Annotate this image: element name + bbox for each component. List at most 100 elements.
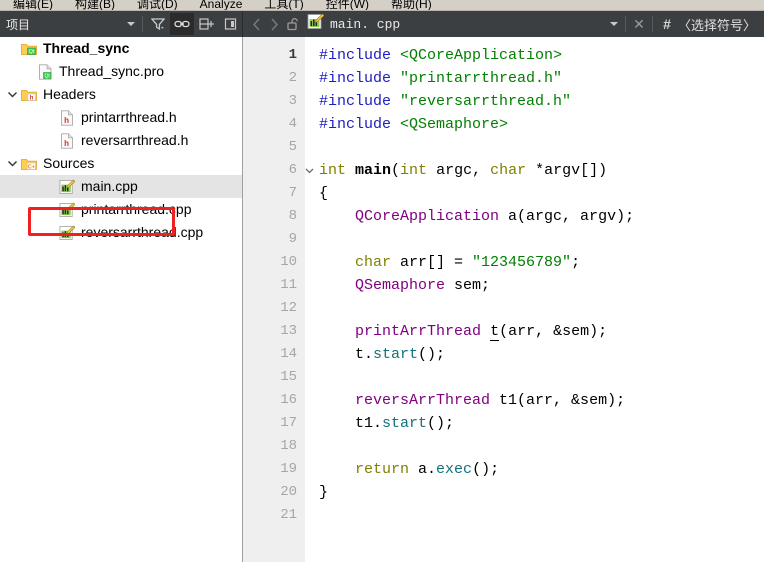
code-line[interactable]: t1.start();	[319, 412, 764, 435]
code-line[interactable]: {	[319, 182, 764, 205]
chevron-left-icon[interactable]	[247, 13, 265, 35]
link-with-editor-icon[interactable]	[170, 13, 194, 35]
line-number: 7	[288, 185, 297, 201]
menu-bar: 编辑(E) 构建(B) 调试(D) Analyze 工具(T) 控件(W) 帮助(H)	[0, 0, 764, 11]
menu-item-0[interactable]: 编辑(E)	[2, 0, 64, 10]
code-line[interactable]: #include "printarrthread.h"	[319, 67, 764, 90]
code-token-type: reversArrThread	[355, 392, 491, 409]
code-token-str: "printarrthread.h"	[400, 70, 563, 87]
code-line[interactable]: t.start();	[319, 343, 764, 366]
close-file-icon[interactable]: ✕	[629, 13, 649, 35]
tree-item-sources[interactable]: C+ Sources	[0, 152, 242, 175]
line-number: 17	[280, 415, 297, 431]
code-token-meth: start	[382, 415, 428, 432]
line-number: 4	[288, 116, 297, 132]
menu-item-3[interactable]: Analyze	[189, 0, 254, 10]
code-line[interactable]: #include "reversarrthread.h"	[319, 90, 764, 113]
line-number: 2	[288, 70, 297, 86]
unlocked-padlock-icon[interactable]	[283, 13, 303, 35]
project-view-combo[interactable]: 项目	[2, 16, 123, 33]
code-token-kw: char	[355, 254, 392, 271]
code-token-plain: a.	[409, 461, 437, 478]
code-token-kw: char	[490, 162, 527, 179]
filter-icon[interactable]	[146, 13, 170, 35]
code-editor[interactable]: 1 2 3 4 5 6 7 8 9 10 11 12 13 14 15 16 17 18 19 20 21 #inclu…	[243, 37, 764, 562]
line-number: 14	[280, 346, 297, 362]
code-line[interactable]: char arr[] = "123456789";	[319, 251, 764, 274]
menu-item-5[interactable]: 控件(W)	[315, 0, 380, 10]
code-line[interactable]: #include <QCoreApplication>	[319, 44, 764, 67]
tree-item-printarrthread-h[interactable]: h printarrthread.h	[0, 106, 242, 129]
code-token-plain: sem;	[445, 277, 491, 294]
line-number-gutter: 1 2 3 4 5 6 7 8 9 10 11 12 13 14 15 16 17 18 19 20 21	[243, 37, 313, 562]
tree-item-printarrthread-cpp[interactable]: printarrthread.cpp	[0, 198, 242, 221]
editor-toolbar: main. cpp ✕ # 〈选择符号〉	[243, 11, 764, 37]
code-text-area[interactable]: #include <QCoreApplication> #include "pri…	[305, 37, 764, 562]
code-token-plain: *argv[])	[526, 162, 608, 179]
code-token-meth: start	[373, 346, 419, 363]
chevron-down-icon[interactable]	[123, 13, 139, 35]
code-line[interactable]	[319, 504, 764, 527]
toolbar: 项目 main. cpp ✕ # 〈选择符号〉	[0, 11, 764, 37]
code-line[interactable]	[319, 297, 764, 320]
tree-item-label: printarrthread.cpp	[81, 201, 192, 217]
code-token-meth: exec	[436, 461, 473, 478]
code-line[interactable]	[319, 228, 764, 251]
code-token-plain: ();	[472, 461, 500, 478]
fold-chevron-down-icon[interactable]	[303, 159, 315, 182]
code-line[interactable]: QSemaphore sem;	[319, 274, 764, 297]
split-pane-icon[interactable]	[194, 13, 218, 35]
headers-folder-icon: h	[20, 83, 38, 106]
tree-item-reversarrthread-h[interactable]: h reversarrthread.h	[0, 129, 242, 152]
code-line[interactable]: }	[319, 481, 764, 504]
code-token-plain: ();	[427, 415, 455, 432]
tree-item-headers[interactable]: h Headers	[0, 83, 242, 106]
line-number: 10	[280, 254, 297, 270]
code-line[interactable]: reversArrThread t1(arr, &sem);	[319, 389, 764, 412]
code-token-unused: t	[490, 323, 500, 341]
code-token-type: QSemaphore	[355, 277, 446, 294]
code-line[interactable]	[319, 136, 764, 159]
h-file-icon: h	[58, 106, 76, 129]
menu-item-6[interactable]: 帮助(H)	[380, 0, 443, 10]
file-dropdown-chevron-icon[interactable]	[606, 13, 622, 35]
line-number: 12	[280, 300, 297, 316]
cpp-file-icon	[58, 175, 76, 198]
tree-item-thread-sync[interactable]: Qt Thread_sync	[0, 37, 242, 60]
code-line[interactable]: return a.exec();	[319, 458, 764, 481]
line-number: 5	[288, 139, 297, 155]
chevron-down-icon[interactable]	[4, 83, 20, 106]
cpp-file-icon	[307, 13, 325, 35]
svg-text:h: h	[64, 139, 69, 148]
menu-item-2[interactable]: 调试(D)	[126, 0, 189, 10]
chevron-down-icon[interactable]	[4, 152, 20, 175]
code-token-kw: int	[400, 162, 428, 179]
code-token-str: <QCoreApplication>	[400, 47, 563, 64]
project-tree: Qt Thread_sync Qt Thread_sync.pro h Headers h p…	[0, 37, 242, 244]
menu-item-4[interactable]: 工具(T)	[253, 0, 314, 10]
tree-item-label: Headers	[43, 86, 96, 102]
code-token-type: printArrThread	[355, 323, 482, 340]
code-line[interactable]	[319, 366, 764, 389]
symbol-selector-combo[interactable]: 〈选择符号〉	[678, 15, 764, 34]
close-sidebar-icon[interactable]	[218, 13, 242, 35]
code-line[interactable]: printArrThread t(arr, &sem);	[319, 320, 764, 343]
menu-item-1[interactable]: 构建(B)	[64, 0, 126, 10]
tree-item-thread-sync-pro[interactable]: Qt Thread_sync.pro	[0, 60, 242, 83]
tree-item-main-cpp[interactable]: main.cpp	[0, 175, 242, 198]
code-token-plain: ;	[571, 254, 581, 271]
line-number: 3	[288, 93, 297, 109]
chevron-right-icon[interactable]	[265, 13, 283, 35]
code-line[interactable]: #include <QSemaphore>	[319, 113, 764, 136]
code-line[interactable]	[319, 435, 764, 458]
code-token-pre: #include	[319, 93, 401, 110]
tree-item-reversarrthread-cpp[interactable]: reversarrthread.cpp	[0, 221, 242, 244]
tree-item-label: Sources	[43, 155, 95, 171]
open-file-tab[interactable]: main. cpp	[303, 13, 400, 35]
code-line[interactable]: int main(int argc, char *argv[])	[319, 159, 764, 182]
code-line[interactable]: QCoreApplication a(argc, argv);	[319, 205, 764, 228]
